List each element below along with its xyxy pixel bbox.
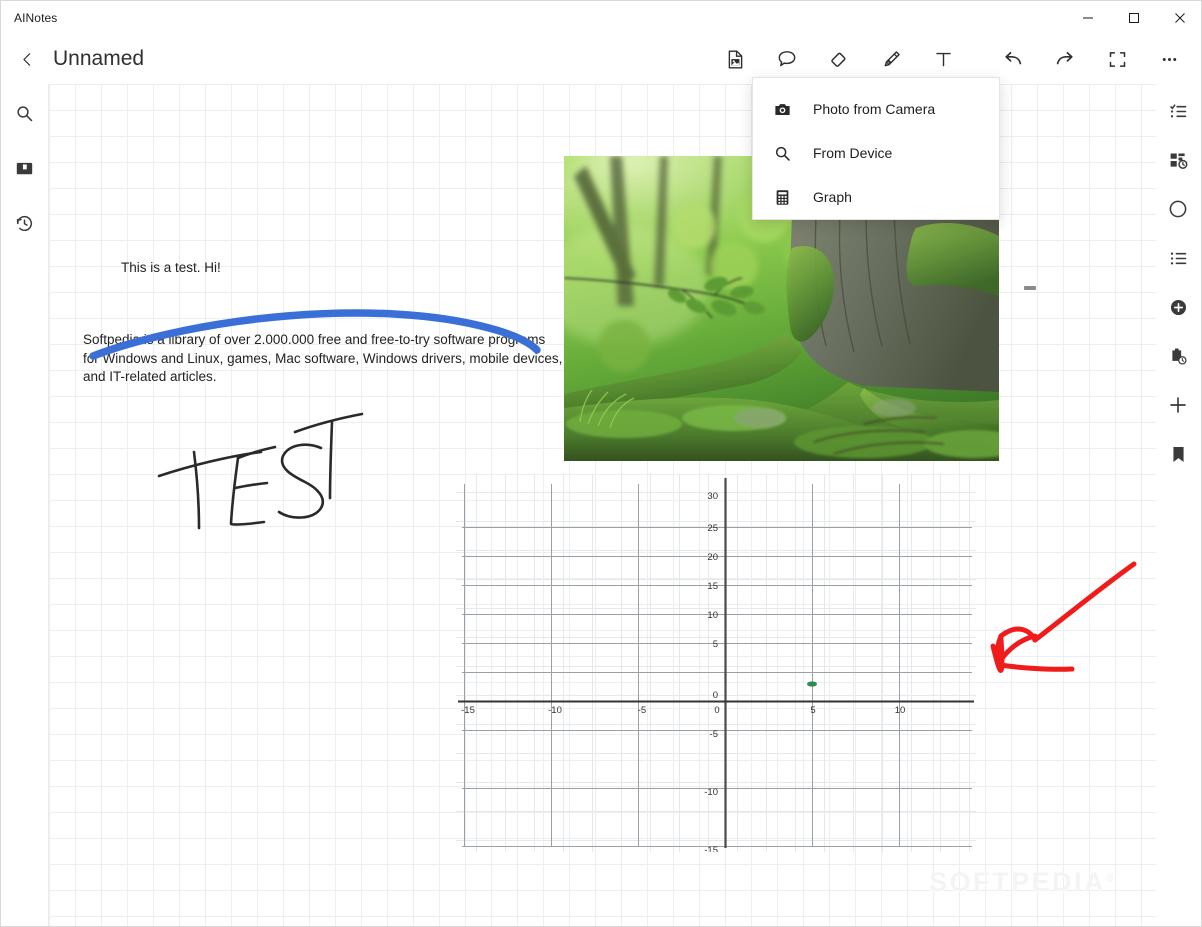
sidebar-item-clipboard-recent[interactable] bbox=[1161, 339, 1195, 373]
sidebar-item-history[interactable] bbox=[8, 206, 42, 240]
y-tick--10: -10 bbox=[704, 787, 718, 798]
text-t-icon bbox=[935, 52, 951, 66]
speech-bubble-icon bbox=[778, 51, 796, 67]
note-text-greeting[interactable]: This is a test. Hi! bbox=[121, 259, 221, 278]
y-tick--5: -5 bbox=[710, 729, 718, 740]
pen-icon bbox=[884, 50, 900, 66]
y-tick-5: 5 bbox=[713, 639, 718, 650]
right-sidebar bbox=[1154, 84, 1201, 926]
left-sidebar bbox=[1, 84, 49, 926]
menu-item-photo-from-camera[interactable]: Photo from Camera bbox=[753, 87, 999, 131]
x-tick--5: -5 bbox=[638, 705, 646, 716]
eraser-button[interactable] bbox=[821, 41, 857, 77]
sidebar-item-notebook[interactable] bbox=[8, 151, 42, 185]
ellipsis-icon bbox=[1162, 57, 1176, 61]
text-button[interactable] bbox=[925, 41, 961, 77]
title-bar: AINotes bbox=[1, 1, 1201, 34]
x-tick-0: 0 bbox=[714, 705, 719, 716]
bullet-list-icon bbox=[1170, 252, 1186, 264]
y-tick-10: 10 bbox=[707, 610, 718, 621]
y-tick-15: 15 bbox=[707, 581, 718, 592]
menu-item-label: Graph bbox=[813, 189, 852, 205]
minimize-button[interactable] bbox=[1065, 1, 1111, 34]
checklist-icon bbox=[1169, 103, 1186, 117]
coordinate-graph[interactable]: -15 -10 -5 0 5 10 30 25 20 15 10 5 0 -5 bbox=[456, 474, 976, 852]
red-arrow-annotation bbox=[990, 561, 1137, 673]
watermark-text: SOFTPEDIA bbox=[929, 867, 1107, 897]
maximize-icon bbox=[1129, 12, 1139, 23]
search-icon bbox=[773, 144, 801, 163]
notebook-icon bbox=[16, 162, 33, 174]
menu-item-from-device[interactable]: From Device bbox=[753, 131, 999, 175]
x-tick--15: -15 bbox=[461, 705, 475, 716]
handwritten-test bbox=[157, 412, 364, 530]
y-tick-30: 30 bbox=[707, 491, 718, 502]
plus-circle-filled-icon bbox=[1170, 299, 1186, 315]
x-tick-10: 10 bbox=[895, 705, 906, 716]
window-controls bbox=[1065, 1, 1201, 34]
undo-icon bbox=[1005, 51, 1022, 65]
close-icon bbox=[1175, 12, 1185, 23]
insert-dropdown-menu: Photo from Camera From Device Graph bbox=[752, 77, 1000, 220]
redo-button[interactable] bbox=[1047, 41, 1083, 77]
menu-item-graph[interactable]: Graph bbox=[753, 175, 999, 219]
clipboard-clock-icon bbox=[1171, 347, 1187, 365]
menu-item-label: From Device bbox=[813, 145, 893, 161]
undo-button[interactable] bbox=[995, 41, 1031, 77]
header-bar: Unnamed bbox=[1, 34, 1201, 84]
fullscreen-icon bbox=[1109, 51, 1125, 67]
menu-item-label: Photo from Camera bbox=[813, 101, 936, 117]
search-icon bbox=[17, 105, 33, 121]
graph-plot: -15 -10 -5 0 5 10 30 25 20 15 10 5 0 -5 bbox=[456, 474, 976, 852]
ainotes-window: AINotes Unnamed This is a test. Hi! Soft… bbox=[0, 0, 1202, 927]
close-button[interactable] bbox=[1157, 1, 1201, 34]
y-tick-25: 25 bbox=[707, 523, 718, 534]
x-tick-5: 5 bbox=[810, 705, 815, 716]
more-button[interactable] bbox=[1151, 41, 1187, 77]
sidebar-item-shape-circle[interactable] bbox=[1161, 192, 1195, 226]
sidebar-item-search[interactable] bbox=[8, 96, 42, 130]
sidebar-item-checklist[interactable] bbox=[1161, 94, 1195, 128]
image-document-icon bbox=[728, 49, 742, 69]
layout-clock-icon bbox=[1170, 153, 1187, 169]
pen-button[interactable] bbox=[873, 41, 909, 77]
plus-icon bbox=[1170, 397, 1186, 413]
comment-button[interactable] bbox=[769, 41, 805, 77]
sidebar-item-bookmark[interactable] bbox=[1161, 437, 1195, 471]
back-button[interactable] bbox=[10, 42, 44, 76]
sidebar-item-bullet-list[interactable] bbox=[1161, 241, 1195, 275]
eraser-icon bbox=[830, 52, 846, 67]
redo-icon bbox=[1056, 51, 1073, 65]
sidebar-item-layout-recent[interactable] bbox=[1161, 143, 1195, 177]
softpedia-watermark: SOFTPEDIA® bbox=[929, 867, 1116, 898]
fullscreen-button[interactable] bbox=[1099, 41, 1135, 77]
insert-media-button[interactable] bbox=[717, 41, 753, 77]
calculator-icon bbox=[773, 188, 801, 207]
app-title: AINotes bbox=[14, 10, 58, 25]
circle-icon bbox=[1169, 200, 1187, 218]
minimize-icon bbox=[1083, 17, 1093, 18]
sidebar-item-add[interactable] bbox=[1161, 388, 1195, 422]
x-tick--10: -10 bbox=[548, 705, 562, 716]
bookmark-filled-icon bbox=[1172, 446, 1184, 462]
y-tick-0: 0 bbox=[713, 690, 718, 701]
watermark-mark: ® bbox=[1106, 873, 1116, 884]
sidebar-item-add-filled[interactable] bbox=[1161, 290, 1195, 324]
history-clock-icon bbox=[16, 215, 33, 231]
chevron-left-icon bbox=[22, 52, 30, 66]
page-title: Unnamed bbox=[53, 47, 145, 70]
maximize-button[interactable] bbox=[1111, 1, 1157, 34]
graph-data-point bbox=[807, 681, 817, 687]
y-tick-20: 20 bbox=[707, 552, 718, 563]
camera-icon bbox=[773, 100, 801, 119]
y-tick--15: -15 bbox=[704, 845, 718, 852]
photo-resize-handle[interactable] bbox=[1024, 286, 1036, 290]
note-text-description[interactable]: Softpedia is a library of over 2.000.000… bbox=[83, 331, 563, 387]
